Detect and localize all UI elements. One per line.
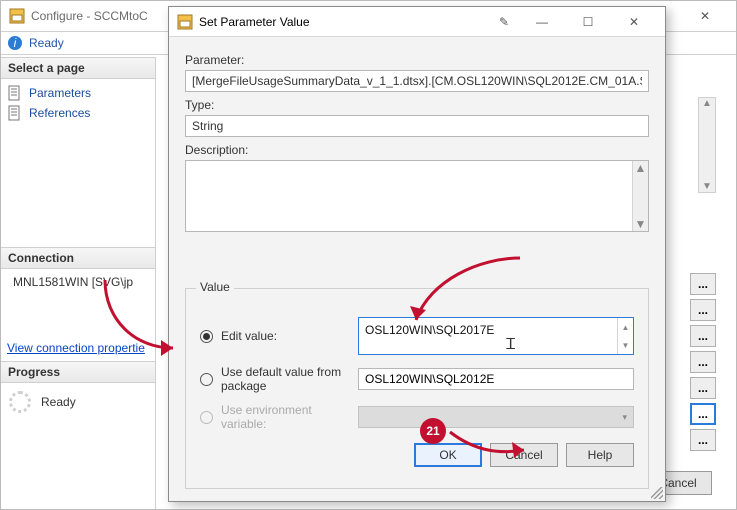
connection-header: Connection [1, 247, 155, 269]
progress-text: Ready [41, 395, 76, 409]
select-page-header: Select a page [1, 57, 155, 79]
description-field[interactable]: ▲▼ [185, 160, 649, 232]
dialog-titlebar: Set Parameter Value ✎ — ☐ ✕ [169, 7, 665, 37]
description-scrollbar[interactable]: ▲▼ [632, 161, 648, 231]
ready-text: Ready [29, 36, 64, 50]
edit-value-input[interactable] [358, 317, 634, 355]
use-env-label: Use environment variable: [221, 403, 350, 431]
value-groupbox: Value Edit value: ▲▼ Ꮖ Use default value… [185, 288, 649, 489]
dialog-icon [177, 14, 193, 30]
dialog-title-text: Set Parameter Value [199, 15, 310, 29]
dialog-help-button[interactable]: Help [566, 443, 634, 467]
progress-header: Progress [1, 361, 155, 383]
connection-text: MNL1581WIN [SVG\jp [13, 275, 133, 289]
package-default-field[interactable] [358, 368, 634, 390]
app-icon [9, 8, 25, 24]
sidebar: Select a page Parameters References Conn… [1, 57, 156, 509]
connection-value-row: MNL1581WIN [SVG\jp [1, 269, 155, 295]
outer-close-button[interactable]: ✕ [682, 1, 728, 31]
type-label: Type: [185, 98, 649, 112]
dialog-minimize-button[interactable]: — [519, 7, 565, 37]
use-default-radio[interactable] [200, 373, 213, 386]
ellipsis-button[interactable]: ... [690, 377, 716, 399]
parameter-field[interactable] [185, 70, 649, 92]
ellipsis-button[interactable]: ... [690, 325, 716, 347]
sidebar-item-label: Parameters [29, 86, 91, 100]
scrollbar[interactable]: ▲▼ [698, 97, 716, 193]
sidebar-item-label: References [29, 106, 90, 120]
edit-value-spinner[interactable]: ▲▼ [617, 318, 633, 354]
dialog-maximize-button[interactable]: ☐ [565, 7, 611, 37]
view-connection-properties-link[interactable]: View connection propertie [1, 335, 155, 361]
description-label: Description: [185, 143, 649, 157]
progress-spinner-icon [9, 391, 31, 413]
use-env-radio [200, 411, 213, 424]
sidebar-item-parameters[interactable]: Parameters [1, 83, 155, 103]
set-parameter-dialog: Set Parameter Value ✎ — ☐ ✕ Parameter: T… [168, 6, 666, 502]
page-icon [7, 85, 23, 101]
svg-text:i: i [14, 36, 17, 50]
edit-value-label: Edit value: [221, 329, 277, 343]
ellipsis-button[interactable]: ... [690, 429, 716, 451]
env-variable-dropdown: ▾ [358, 406, 634, 428]
dialog-pin-button[interactable]: ✎ [489, 7, 519, 37]
ellipsis-button[interactable]: ... [690, 299, 716, 321]
use-default-label: Use default value from package [221, 365, 350, 393]
text-cursor-icon: Ꮖ [506, 336, 516, 353]
page-icon [7, 105, 23, 121]
value-legend: Value [196, 280, 234, 294]
sidebar-item-references[interactable]: References [1, 103, 155, 123]
resize-grip[interactable] [651, 487, 663, 499]
parameter-label: Parameter: [185, 53, 649, 67]
dialog-ok-button[interactable]: OK [414, 443, 482, 467]
type-field[interactable] [185, 115, 649, 137]
ellipsis-button[interactable]: ... [690, 273, 716, 295]
dialog-close-button[interactable]: ✕ [611, 7, 657, 37]
dialog-cancel-button[interactable]: Cancel [490, 443, 558, 467]
outer-title-text: Configure - SCCMtoC [31, 9, 148, 23]
ellipsis-button-selected[interactable]: ... [690, 403, 716, 425]
info-icon: i [7, 35, 23, 51]
ellipsis-button[interactable]: ... [690, 351, 716, 373]
edit-value-radio[interactable] [200, 330, 213, 343]
